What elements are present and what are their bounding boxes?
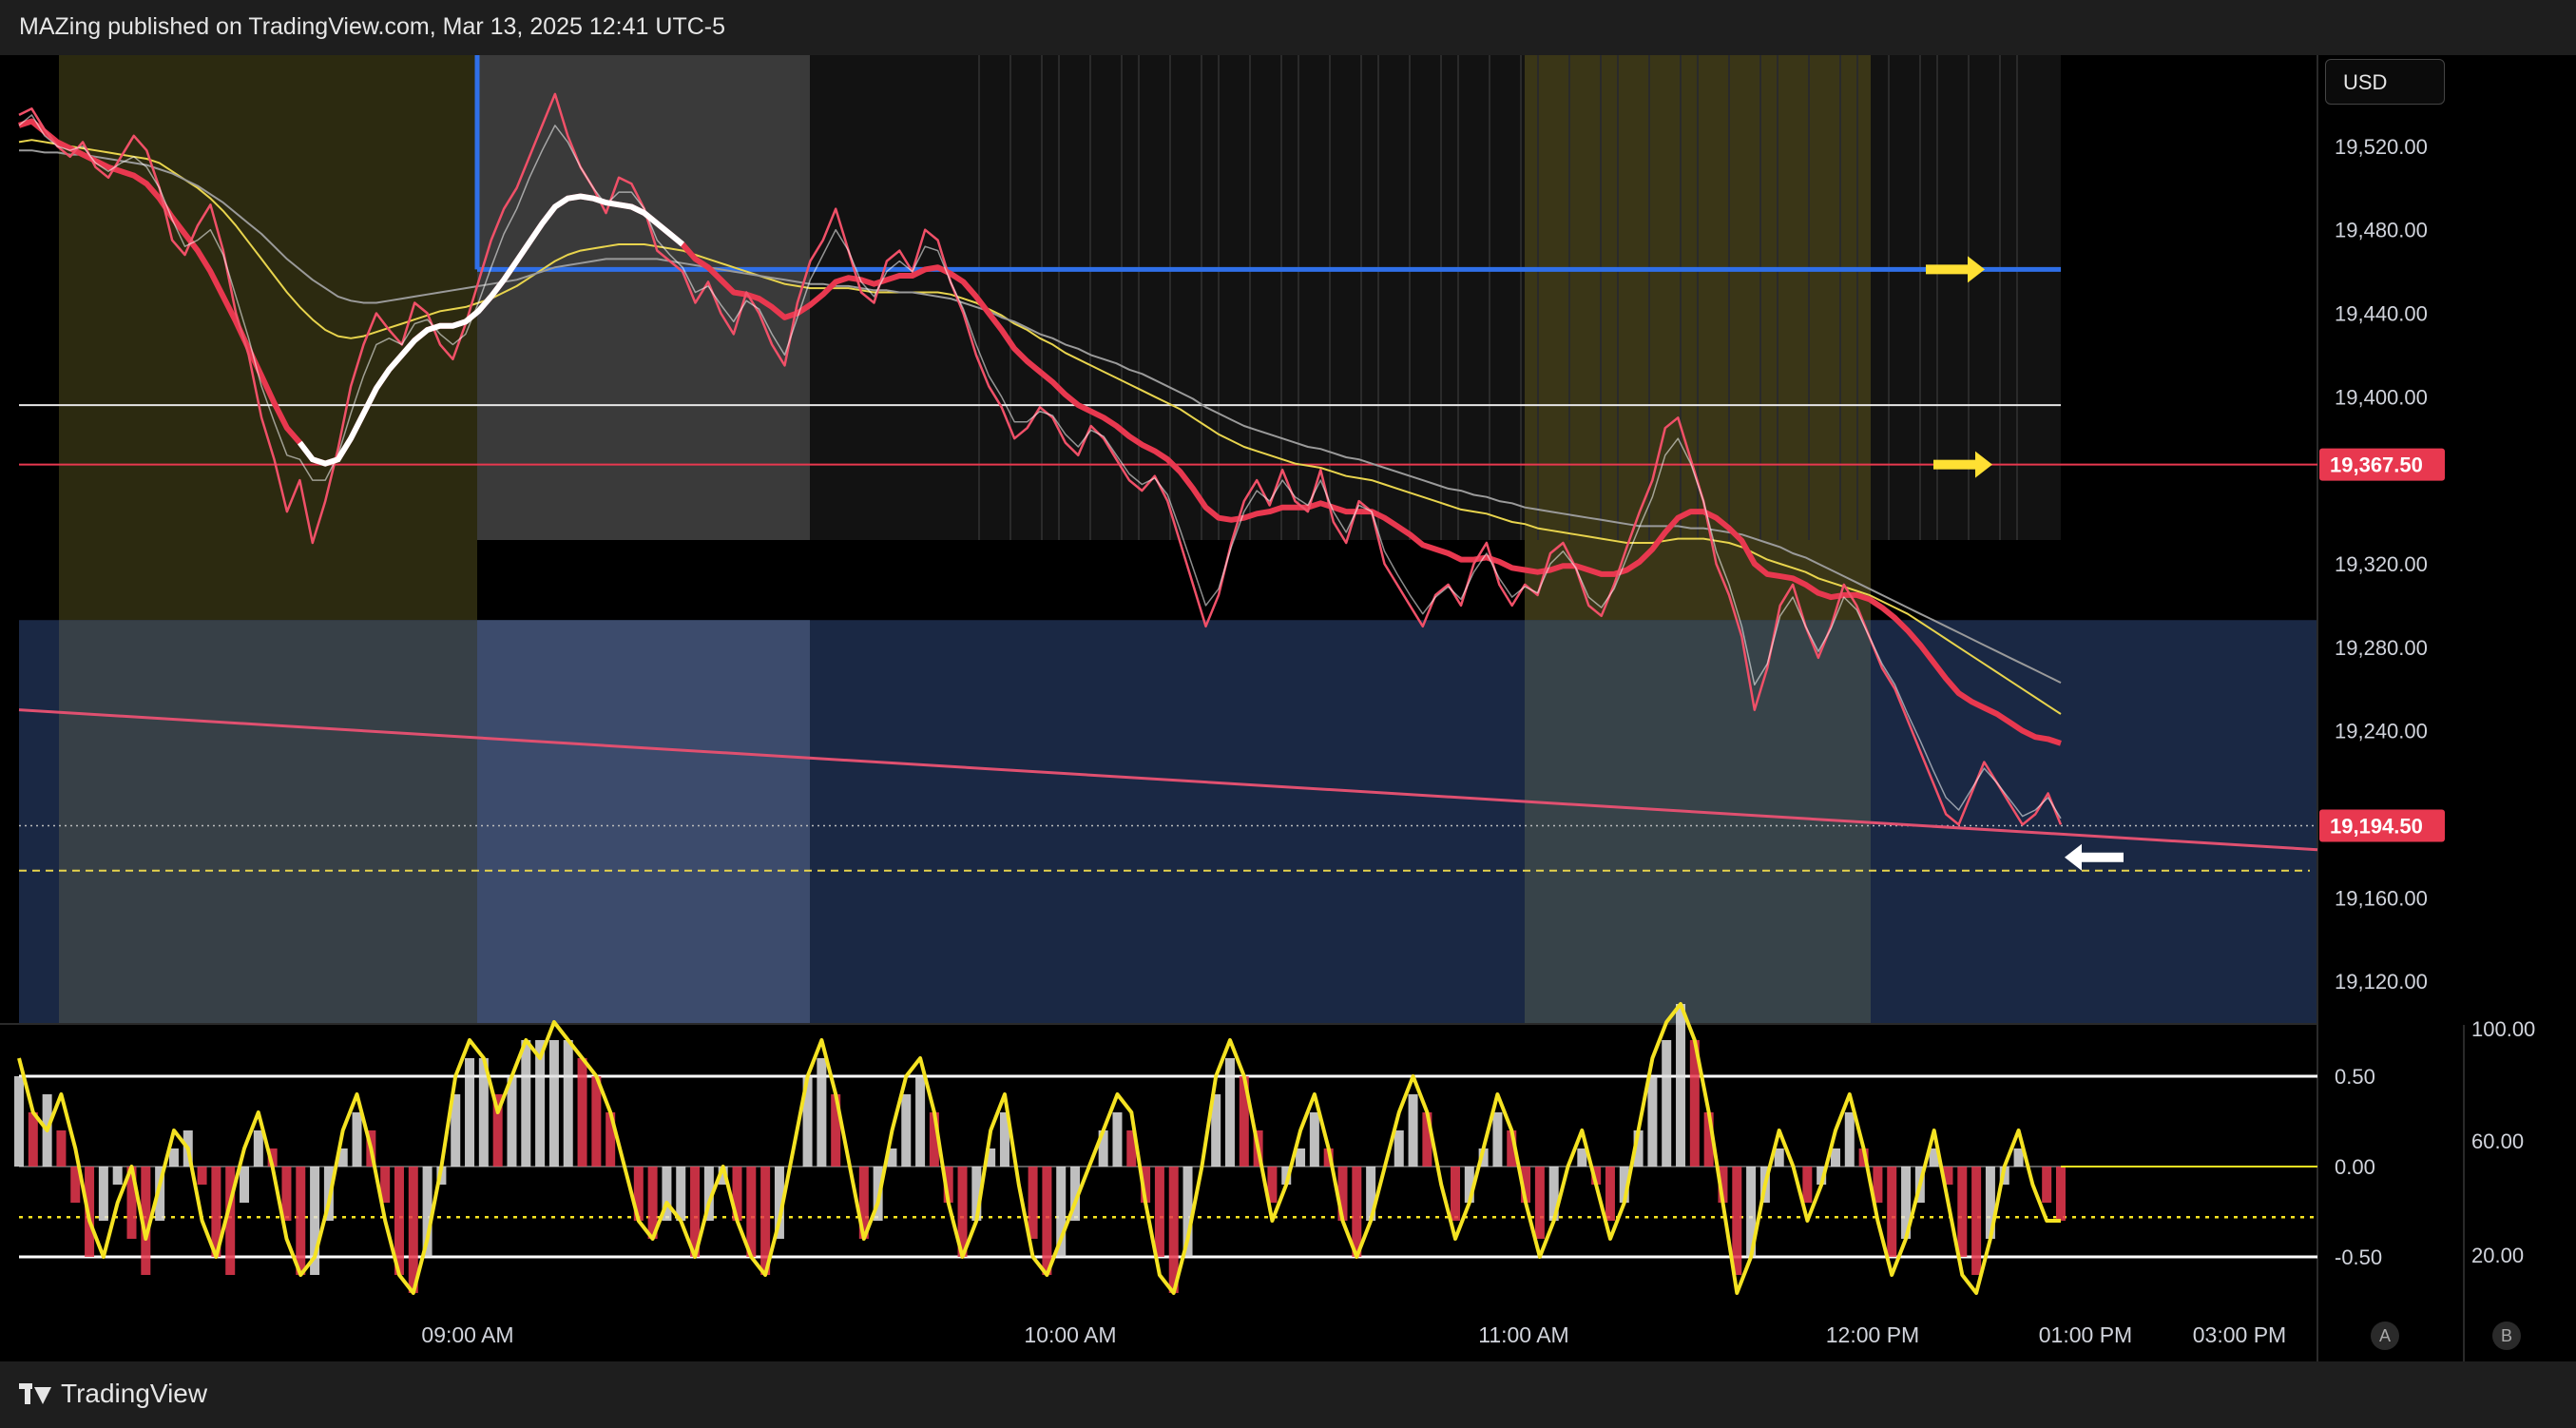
osc-histogram-bar [676,1167,686,1221]
osc-histogram-bar [1605,1167,1615,1221]
osc-right-tick-label: 100.00 [2471,1017,2535,1041]
osc-histogram-bar [197,1167,207,1185]
osc-tick-label: -0.50 [2335,1245,2382,1269]
osc-tick-label: 0.00 [2335,1155,2375,1179]
osc-histogram-bar [2013,1148,2024,1167]
osc-histogram-bar [1662,1040,1672,1167]
time-tick-label: 10:00 AM [1024,1322,1116,1347]
osc-tick-label: 0.50 [2335,1065,2375,1089]
demand-zone-overlap-1 [59,620,477,1023]
osc-histogram-bar [1408,1094,1418,1167]
footer-bar: TradingView [0,1361,2576,1428]
osc-histogram-bar [1394,1130,1404,1167]
arrow-yellow-upper-shaft [1926,264,1968,275]
osc-histogram-bar [1492,1112,1503,1167]
osc-histogram-bar [521,1040,531,1167]
price-tick-label: 19,440.00 [2335,301,2428,325]
osc-histogram-bar [1451,1167,1461,1221]
osc-histogram-bar [296,1167,306,1275]
osc-histogram-bar [56,1130,67,1167]
osc-histogram-bar [240,1167,250,1203]
osc-histogram-bar [1774,1148,1784,1167]
brand-label: TradingView [61,1379,208,1408]
osc-histogram-bar [817,1058,827,1167]
osc-histogram-bar [1647,1076,1658,1167]
osc-histogram-bar [577,1058,587,1167]
tradingview-brand[interactable]: TradingView [19,1379,207,1409]
osc-histogram-bar [14,1076,24,1167]
last-price-tag: 19,194.50 [2330,815,2423,839]
osc-histogram-bar [1296,1148,1306,1167]
time-tick-label: 12:00 PM [1826,1322,1919,1347]
price-tick-label: 19,240.00 [2335,720,2428,743]
price-tick-label: 19,320.00 [2335,552,2428,576]
range-shade-dark [810,55,2061,540]
osc-histogram-bar [1957,1167,1968,1257]
demand-zone-overlap-2 [477,620,810,1023]
osc-histogram-bar [1887,1167,1897,1257]
osc-histogram-bar [1028,1167,1038,1239]
level-red-price-tag: 19,367.50 [2330,453,2423,477]
price-tick-label: 19,160.00 [2335,886,2428,910]
osc-histogram-bar [1042,1167,1052,1275]
osc-histogram-bar [112,1167,123,1185]
osc-histogram-bar [1732,1167,1742,1275]
osc-histogram-bar [1224,1058,1235,1167]
arrow-white-shaft [2082,852,2124,862]
osc-histogram-bar [1830,1148,1840,1167]
osc-histogram-bar [1534,1167,1545,1239]
price-tick-label: 19,400.00 [2335,385,2428,409]
demand-zone-overlap-3 [1525,620,1871,1023]
osc-histogram-bar [1309,1112,1319,1167]
tradingview-logo-icon [19,1383,51,1404]
arrow-yellow-lower-shaft [1933,459,1975,470]
osc-histogram-bar [548,1040,559,1167]
osc-right-tick-label: 20.00 [2471,1244,2524,1267]
osc-histogram-bar [1577,1148,1587,1167]
osc-histogram-bar [352,1112,362,1167]
price-tick-label: 19,480.00 [2335,219,2428,242]
osc-histogram-bar [2056,1167,2066,1221]
osc-histogram-bar [901,1094,912,1167]
osc-histogram-bar [168,1148,179,1167]
osc-histogram-bar [1971,1167,1982,1275]
osc-histogram-bar [1112,1112,1123,1167]
osc-histogram-bar [1676,1004,1686,1167]
scale-button-b[interactable]: B [2492,1322,2521,1350]
time-tick-label: 01:00 PM [2039,1322,2132,1347]
currency-button[interactable]: USD [2325,59,2445,105]
price-tick-label: 19,520.00 [2335,135,2428,159]
price-chart[interactable]: 19,520.00 19,480.00 19,440.00 19,400.00 19,3… [0,0,2576,1361]
osc-histogram-bar [2042,1167,2052,1203]
osc-histogram-bar [1802,1167,1813,1203]
osc-histogram-bar [98,1167,108,1221]
osc-histogram-bar [915,1076,926,1167]
time-tick-label: 09:00 AM [421,1322,513,1347]
time-tick-label: 03:00 PM [2193,1322,2286,1347]
time-tick-label: 11:00 AM [1478,1322,1568,1347]
osc-histogram-bar [1154,1167,1164,1257]
scale-button-a[interactable]: A [2371,1322,2399,1350]
price-tick-label: 19,280.00 [2335,636,2428,660]
osc-histogram-bar [28,1112,38,1167]
osc-histogram-bar [253,1130,263,1167]
osc-histogram-bar [563,1040,573,1167]
osc-right-tick-label: 60.00 [2471,1129,2524,1153]
osc-histogram-bar [465,1058,475,1167]
osc-histogram-bar [1844,1112,1855,1167]
price-tick-label: 19,120.00 [2335,970,2428,994]
